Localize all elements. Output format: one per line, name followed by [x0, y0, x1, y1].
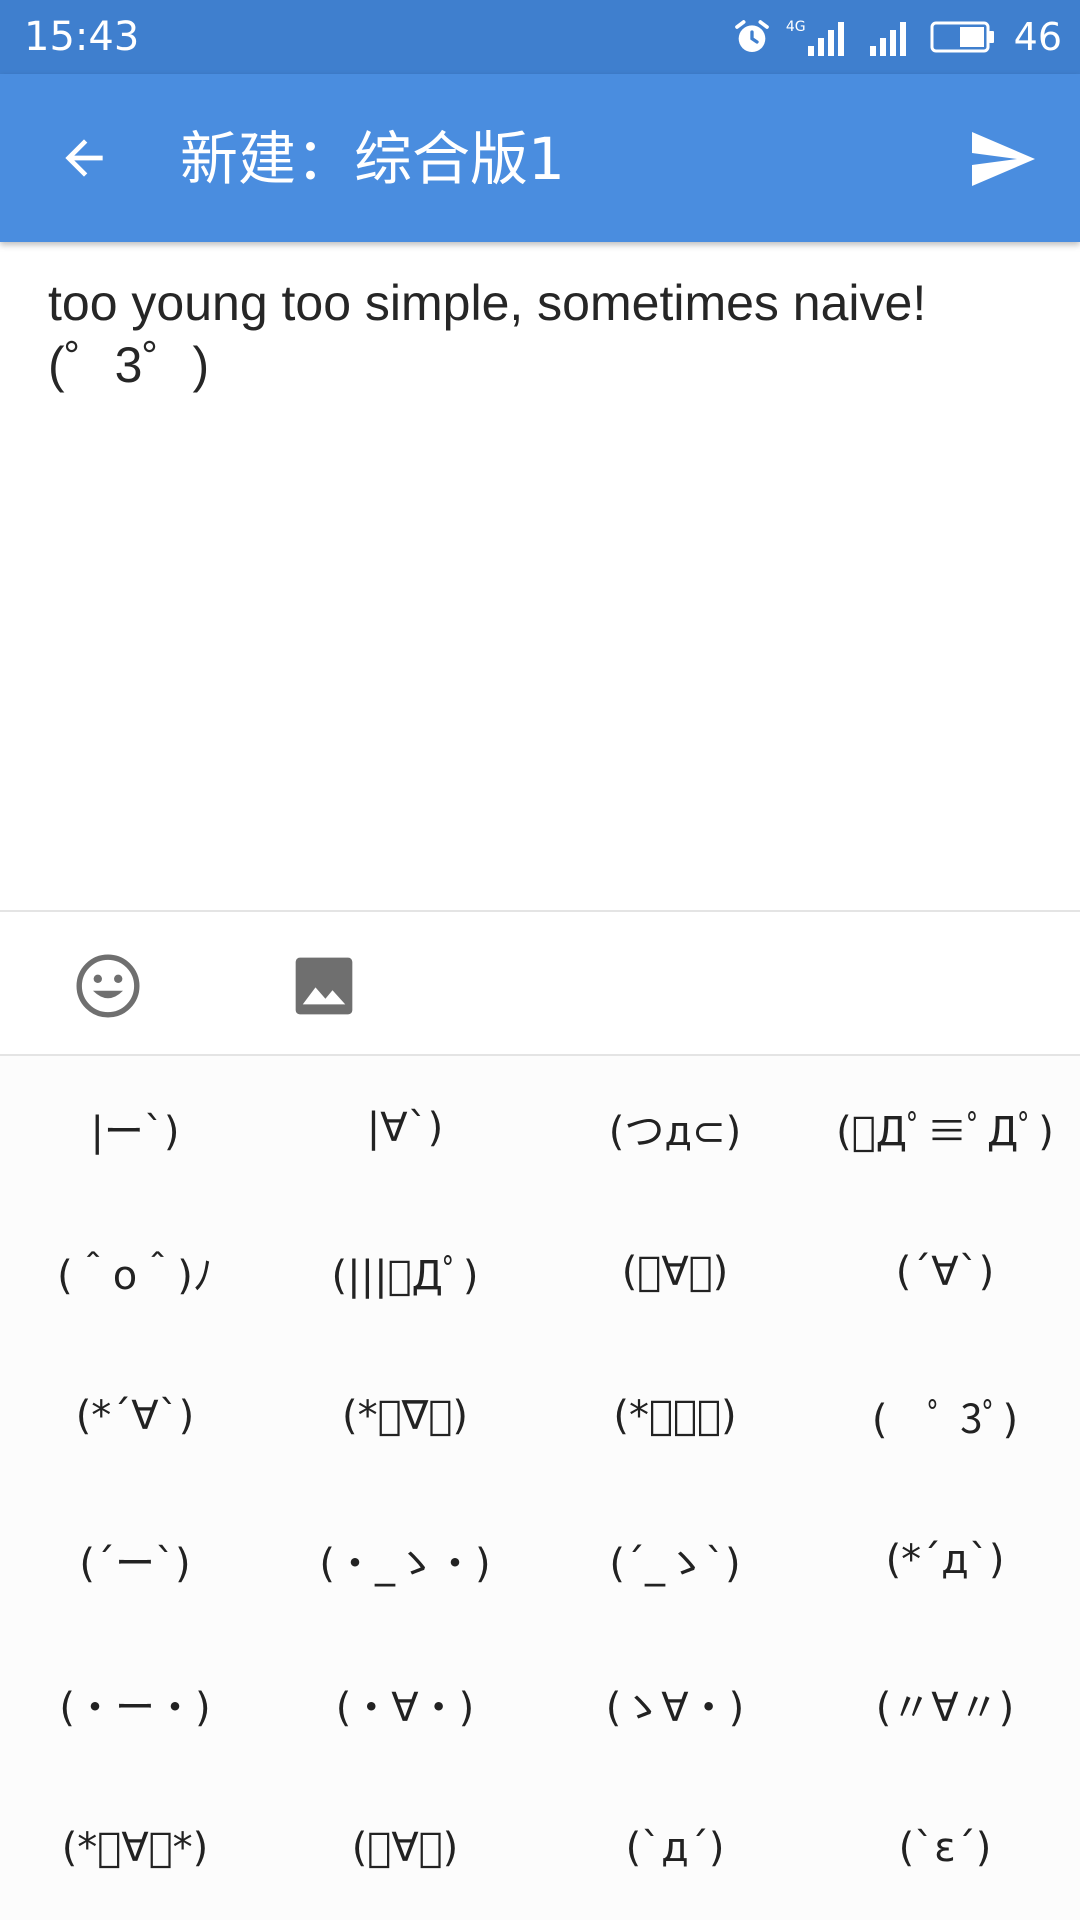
- message-editor[interactable]: too young too simple, sometimes naive! (…: [0, 242, 1080, 910]
- editor-text-line: too young too simple, sometimes naive!: [48, 275, 927, 331]
- battery-level: 46: [1013, 15, 1062, 59]
- kaomoji-item[interactable]: (|||ﾟДﾟ): [270, 1200, 540, 1344]
- status-icons: 4G 46: [732, 12, 1062, 62]
- back-button[interactable]: [38, 118, 130, 198]
- kaomoji-item[interactable]: (ﾟ∀ﾟ): [540, 1200, 810, 1344]
- kaomoji-item[interactable]: (*ﾟ∀ﾟ*): [0, 1776, 270, 1920]
- kaomoji-item[interactable]: (`ε´): [810, 1776, 1080, 1920]
- image-icon: [295, 957, 353, 1015]
- image-button[interactable]: [290, 952, 358, 1020]
- kaomoji-item[interactable]: (ゝ∀・): [540, 1632, 810, 1776]
- kaomoji-item[interactable]: (*ﾟーﾟ): [540, 1344, 810, 1488]
- kaomoji-item[interactable]: (´_ゝ`): [540, 1488, 810, 1632]
- network-type-icon: 4G: [786, 18, 852, 56]
- arrow-back-icon: [65, 139, 103, 177]
- kaomoji-item[interactable]: (*´д`): [810, 1488, 1080, 1632]
- kaomoji-item[interactable]: (ﾟ∀。): [270, 1776, 540, 1920]
- status-bar: 15:43 4G 46: [0, 0, 1080, 74]
- editor-text-line: (゜3゜): [48, 337, 210, 393]
- app-bar: 新建：综合版1: [0, 74, 1080, 242]
- kaomoji-item[interactable]: (*ﾟ∇ﾟ): [270, 1344, 540, 1488]
- signal-icon: [807, 22, 844, 56]
- kaomoji-item[interactable]: (´∀`): [810, 1200, 1080, 1344]
- status-time: 15:43: [24, 14, 140, 60]
- kaomoji-item[interactable]: (＾o＾)ﾉ: [0, 1200, 270, 1344]
- kaomoji-item[interactable]: ( ﾟ 3ﾟ): [810, 1344, 1080, 1488]
- kaomoji-item[interactable]: (・_ゝ・): [270, 1488, 540, 1632]
- page-title: 新建：综合版1: [180, 125, 565, 193]
- kaomoji-item[interactable]: (・ー・): [0, 1632, 270, 1776]
- emoji-button[interactable]: [72, 950, 144, 1022]
- kaomoji-item[interactable]: (`д´): [540, 1776, 810, 1920]
- send-button[interactable]: [954, 114, 1050, 204]
- kaomoji-item[interactable]: (´ー`): [0, 1488, 270, 1632]
- emoji-icon: [76, 954, 140, 1018]
- kaomoji-grid: |ー`) |∀`) (つд⊂) (ﾟДﾟ≡ﾟДﾟ) (＾o＾)ﾉ (|||ﾟДﾟ…: [0, 1056, 1080, 1920]
- kaomoji-item[interactable]: (*´∀`): [0, 1344, 270, 1488]
- kaomoji-item[interactable]: |ー`): [0, 1056, 270, 1200]
- kaomoji-item[interactable]: (ﾟДﾟ≡ﾟДﾟ): [810, 1056, 1080, 1200]
- battery-icon: [930, 21, 994, 53]
- kaomoji-item[interactable]: |∀`): [270, 1056, 540, 1200]
- kaomoji-item[interactable]: (・∀・): [270, 1632, 540, 1776]
- signal-icon: [869, 22, 906, 56]
- kaomoji-item[interactable]: (〃∀〃): [810, 1632, 1080, 1776]
- send-icon: [972, 132, 1035, 186]
- input-toolbar: [0, 912, 1080, 1054]
- alarm-icon: [735, 20, 769, 52]
- network-type-label: 4G: [785, 19, 806, 35]
- kaomoji-item[interactable]: (つд⊂): [540, 1056, 810, 1200]
